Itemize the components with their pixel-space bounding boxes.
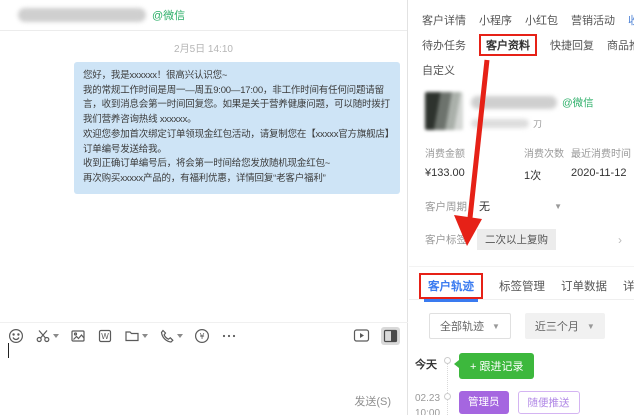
timeline-entry-datetime: 02.23 10:00 [415, 391, 440, 415]
chevron-right-icon[interactable]: › [618, 233, 622, 247]
filter-all-label: 全部轨迹 [440, 318, 484, 334]
folder-icon[interactable] [124, 328, 148, 344]
svg-text:W: W [101, 332, 109, 341]
panel-tabs-row2: 待办任务 客户资料 快捷回复 商品推荐 [419, 37, 634, 53]
svg-text:¥: ¥ [199, 332, 204, 341]
panel-tabs-row3: 自定义 [419, 62, 634, 78]
entry-time: 10:00 [415, 408, 440, 415]
customer-side-panel: 客户详情 小程序 小红包 营销活动 收起 待办任务 客户资料 快捷回复 商品推荐… [409, 0, 634, 415]
filter-last-3-months[interactable]: 近三个月 ▼ [525, 313, 605, 339]
customer-wechat-tag: @微信 [562, 95, 594, 110]
tab-todo-tasks[interactable]: 待办任务 [422, 37, 466, 53]
panel-sub-tabs: 客户轨迹 标签管理 订单数据 详细资料 [409, 266, 634, 300]
filter-range-label: 近三个月 [535, 318, 579, 334]
admin-badge: 管理员 [459, 391, 509, 414]
tab-quick-replies[interactable]: 快捷回复 [550, 37, 594, 53]
trajectory-filters: 全部轨迹 ▼ 近三个月 ▼ [429, 313, 634, 339]
filter-all-trajectory[interactable]: 全部轨迹 ▼ [429, 313, 511, 339]
message-timestamp: 2月5日 14:10 [0, 40, 407, 55]
app-window: { "watermark": { "text": "广深湾信息nzyRZ74" … [0, 0, 634, 415]
tab-custom[interactable]: 自定义 [422, 62, 455, 78]
image-icon[interactable] [70, 328, 86, 344]
stat-amount-label: 消费金额 [425, 145, 524, 160]
sub-tab-tag-management[interactable]: 标签管理 [499, 278, 545, 294]
filter-caret-icon: ▼ [492, 322, 500, 331]
profile-lines: @微信 刀 [471, 92, 594, 130]
sub-tab-trajectory-box: 客户轨迹 [419, 273, 483, 299]
panel-tabs: 客户详情 小程序 小红包 营销活动 收起 待办任务 客户资料 快捷回复 商品推荐… [409, 0, 634, 78]
screenshot-dropdown-caret[interactable] [53, 334, 59, 338]
chat-pane: @微信 2月5日 14:10 您好，我是xxxxxx！很高兴认识您~ 我的常规工… [0, 0, 408, 415]
tab-product-recommend[interactable]: 商品推荐 [607, 37, 634, 53]
cycle-label: 客户周期 [425, 199, 467, 214]
red-packet-icon[interactable]: ¥ [194, 328, 210, 344]
avatar [425, 92, 463, 130]
emoji-icon[interactable] [8, 328, 24, 344]
stat-amount-value: ¥133.00 [425, 167, 524, 179]
tag-label: 客户标签 [425, 232, 467, 247]
chat-input-toolbar: W ¥ [0, 322, 408, 348]
customer-name-redacted [471, 96, 557, 109]
chat-header: @微信 [0, 0, 407, 31]
call-dropdown-caret[interactable] [177, 334, 183, 338]
customer-cycle-row: 客户周期 无 ▼ [425, 198, 624, 214]
customer-tag-row: 客户标签 二次以上复购 › [425, 229, 624, 250]
video-message-icon[interactable] [353, 328, 370, 343]
timeline-dot [444, 357, 451, 364]
contact-wechat-tag: @微信 [152, 7, 185, 23]
call-icon[interactable] [159, 328, 183, 344]
panel-tabs-row1: 客户详情 小程序 小红包 营销活动 收起 [419, 12, 634, 28]
file-word-icon[interactable]: W [97, 328, 113, 344]
sub-tab-trajectory[interactable]: 客户轨迹 [428, 281, 474, 293]
consumption-stats: 消费金额 ¥133.00 消费次数 1次 最近消费时间 2020-11-12 [409, 145, 634, 183]
stat-last-time: 最近消费时间 2020-11-12 [571, 145, 634, 183]
customer-tag-chip[interactable]: 二次以上复购 [477, 229, 556, 250]
more-tools-icon[interactable] [221, 328, 237, 344]
cycle-select-value[interactable]: 无 [479, 198, 490, 214]
cycle-dropdown-caret[interactable]: ▼ [554, 202, 562, 211]
stat-count-value: 1次 [524, 167, 571, 183]
entry-date: 02.23 [415, 393, 440, 404]
collapse-button[interactable]: 收起 [628, 12, 634, 28]
received-message-bubble: 您好，我是xxxxxx！很高兴认识您~ 我的常规工作时间是周一—周五9:00—1… [74, 62, 400, 194]
entry-badges: 管理员 随便推送 [459, 391, 580, 414]
side-panel-toggle-icon[interactable] [381, 327, 400, 345]
customer-profile-card: @微信 刀 [425, 92, 634, 130]
timeline-line [447, 361, 448, 415]
tab-mini-program[interactable]: 小程序 [479, 12, 512, 28]
stat-last-time-label: 最近消费时间 [571, 145, 634, 160]
push-type-badge: 随便推送 [518, 391, 580, 414]
stat-count-label: 消费次数 [524, 145, 571, 160]
stat-last-time-value: 2020-11-12 [571, 167, 634, 179]
tab-marketing[interactable]: 营销活动 [571, 12, 615, 28]
stat-count: 消费次数 1次 [524, 145, 571, 183]
filter-caret-icon: ▼ [587, 322, 595, 331]
folder-dropdown-caret[interactable] [142, 334, 148, 338]
tab-customer-profile[interactable]: 客户资料 [479, 34, 537, 56]
screenshot-icon[interactable] [35, 328, 59, 344]
tab-customer-details[interactable]: 客户详情 [422, 12, 466, 28]
timeline-today-label: 今天 [415, 356, 437, 372]
sub-tab-detail-info[interactable]: 详细资料 [623, 278, 634, 294]
tab-red-packet[interactable]: 小红包 [525, 12, 558, 28]
customer-id-suffix: 刀 [533, 117, 542, 130]
trajectory-timeline: 今天 + 跟进记录 02.23 10:00 管理员 随便推送 推送详情：111 … [409, 353, 634, 415]
customer-id-redacted [471, 119, 529, 128]
add-followup-button[interactable]: + 跟进记录 [459, 353, 534, 379]
text-input-caret[interactable] [8, 343, 9, 358]
sub-tab-order-data[interactable]: 订单数据 [561, 278, 607, 294]
send-button[interactable]: 发送(S) [354, 393, 391, 409]
stat-amount: 消费金额 ¥133.00 [425, 145, 524, 183]
collapse-label: 收起 [628, 12, 634, 28]
timeline-dot [444, 393, 451, 400]
contact-name-redacted [18, 8, 146, 22]
